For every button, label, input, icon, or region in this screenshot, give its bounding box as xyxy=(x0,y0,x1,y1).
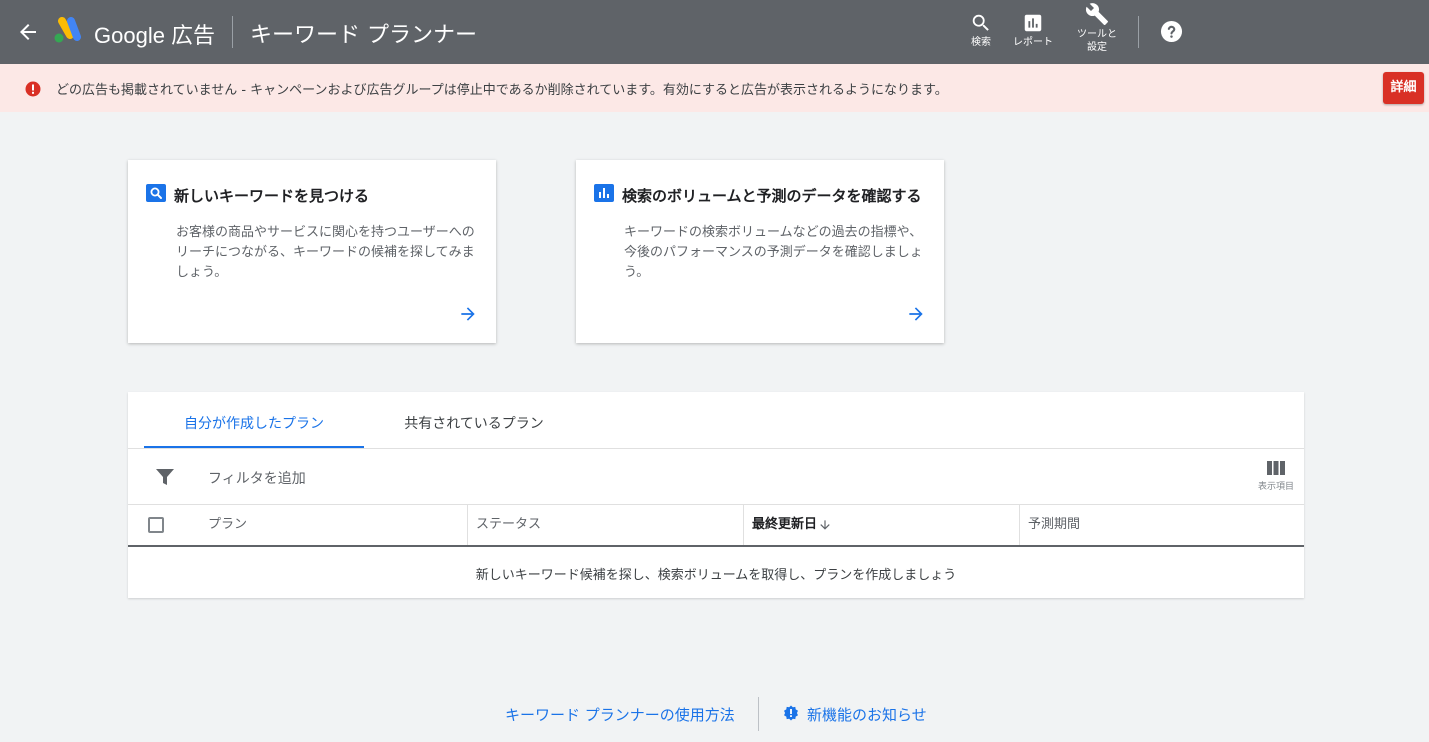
column-header-plan[interactable]: プラン xyxy=(208,505,247,545)
footer-divider xyxy=(758,697,759,731)
page-title: キーワード プランナー xyxy=(250,23,477,48)
tab-shared-plans[interactable]: 共有されているプラン xyxy=(364,392,584,448)
column-divider xyxy=(743,505,744,545)
card-title: 検索のボリュームと予測のデータを確認する xyxy=(622,187,922,205)
forecast-card[interactable]: 検索のボリュームと予測のデータを確認する キーワードの検索ボリュームなどの過去の… xyxy=(576,160,944,343)
help-icon[interactable] xyxy=(1160,20,1183,43)
card-description: お客様の商品やサービスに関心を持つユーザーへのリーチにつながる、キーワードの候補… xyxy=(176,225,475,280)
tools-settings-button[interactable]: ツールと 設定 xyxy=(1069,0,1125,53)
how-to-use-link[interactable]: キーワード プランナーの使用方法 xyxy=(505,704,735,725)
tools-label-line1: ツールと xyxy=(1077,29,1117,40)
empty-state-message: 新しいキーワード候補を探し、検索ボリュームを取得し、プランを作成しましょう xyxy=(475,568,957,583)
report-label: レポート xyxy=(1013,37,1053,48)
column-header-forecast-period[interactable]: 予測期間 xyxy=(1028,505,1080,545)
arrow-forward-icon[interactable] xyxy=(458,304,478,324)
search-button[interactable]: 検索 xyxy=(953,8,1009,60)
column-divider xyxy=(1019,505,1020,545)
bar-chart-icon xyxy=(594,184,614,202)
card-title: 新しいキーワードを見つける xyxy=(174,187,370,205)
search-label: 検索 xyxy=(971,37,991,48)
table-header: プラン ステータス 最終更新日 予測期間 xyxy=(128,505,1304,547)
alert-details-button[interactable]: 詳細 xyxy=(1383,72,1424,104)
wrench-icon xyxy=(1085,3,1108,26)
column-header-last-updated[interactable]: 最終更新日 xyxy=(752,505,817,545)
search-icon xyxy=(146,184,166,202)
filter-icon[interactable] xyxy=(156,468,174,486)
alert-message: どの広告も掲載されていません - キャンペーンおよび広告グループは停止中であるか… xyxy=(56,83,948,98)
report-button[interactable]: レポート xyxy=(1005,8,1061,60)
search-icon xyxy=(972,14,989,31)
back-arrow-icon[interactable] xyxy=(16,20,40,44)
alert-banner: どの広告も掲載されていません - キャンペーンおよび広告グループは停止中であるか… xyxy=(0,64,1429,112)
filter-bar: フィルタを追加 表示項目 xyxy=(128,449,1304,505)
header-divider-right xyxy=(1138,16,1139,48)
bar-chart-icon xyxy=(1024,14,1042,32)
error-icon xyxy=(25,81,41,97)
columns-label: 表示項目 xyxy=(1257,482,1294,492)
arrow-forward-icon[interactable] xyxy=(906,304,926,324)
find-keywords-card[interactable]: 新しいキーワードを見つける お客様の商品やサービスに関心を持つユーザーへのリーチ… xyxy=(128,160,496,343)
google-ads-logo xyxy=(54,17,81,43)
card-description: キーワードの検索ボリュームなどの過去の指標や、今後のパフォーマンスの予測データを… xyxy=(624,225,923,280)
whats-new-link[interactable]: 新機能のお知らせ xyxy=(807,704,927,725)
brand-name: Google 広告 xyxy=(94,23,216,48)
plan-tabs: 自分が作成したプラン 共有されているプラン xyxy=(128,392,1304,449)
tools-label-line2: 設定 xyxy=(1087,42,1107,53)
tab-my-plans[interactable]: 自分が作成したプラン xyxy=(144,392,364,448)
columns-icon xyxy=(1267,461,1285,475)
column-header-status[interactable]: ステータス xyxy=(476,505,541,545)
new-badge-icon xyxy=(784,705,798,721)
select-all-checkbox[interactable] xyxy=(148,517,164,533)
top-app-bar: Google 広告 キーワード プランナー 検索 レポート ツールと 設定 xyxy=(0,0,1429,64)
add-filter-button[interactable]: フィルタを追加 xyxy=(208,468,306,488)
arrow-down-icon[interactable] xyxy=(818,518,832,532)
column-divider xyxy=(467,505,468,545)
header-divider xyxy=(232,16,233,48)
plans-panel: 自分が作成したプラン 共有されているプラン フィルタを追加 表示項目 プラン ス… xyxy=(128,392,1304,598)
columns-button[interactable]: 表示項目 xyxy=(1256,461,1296,497)
